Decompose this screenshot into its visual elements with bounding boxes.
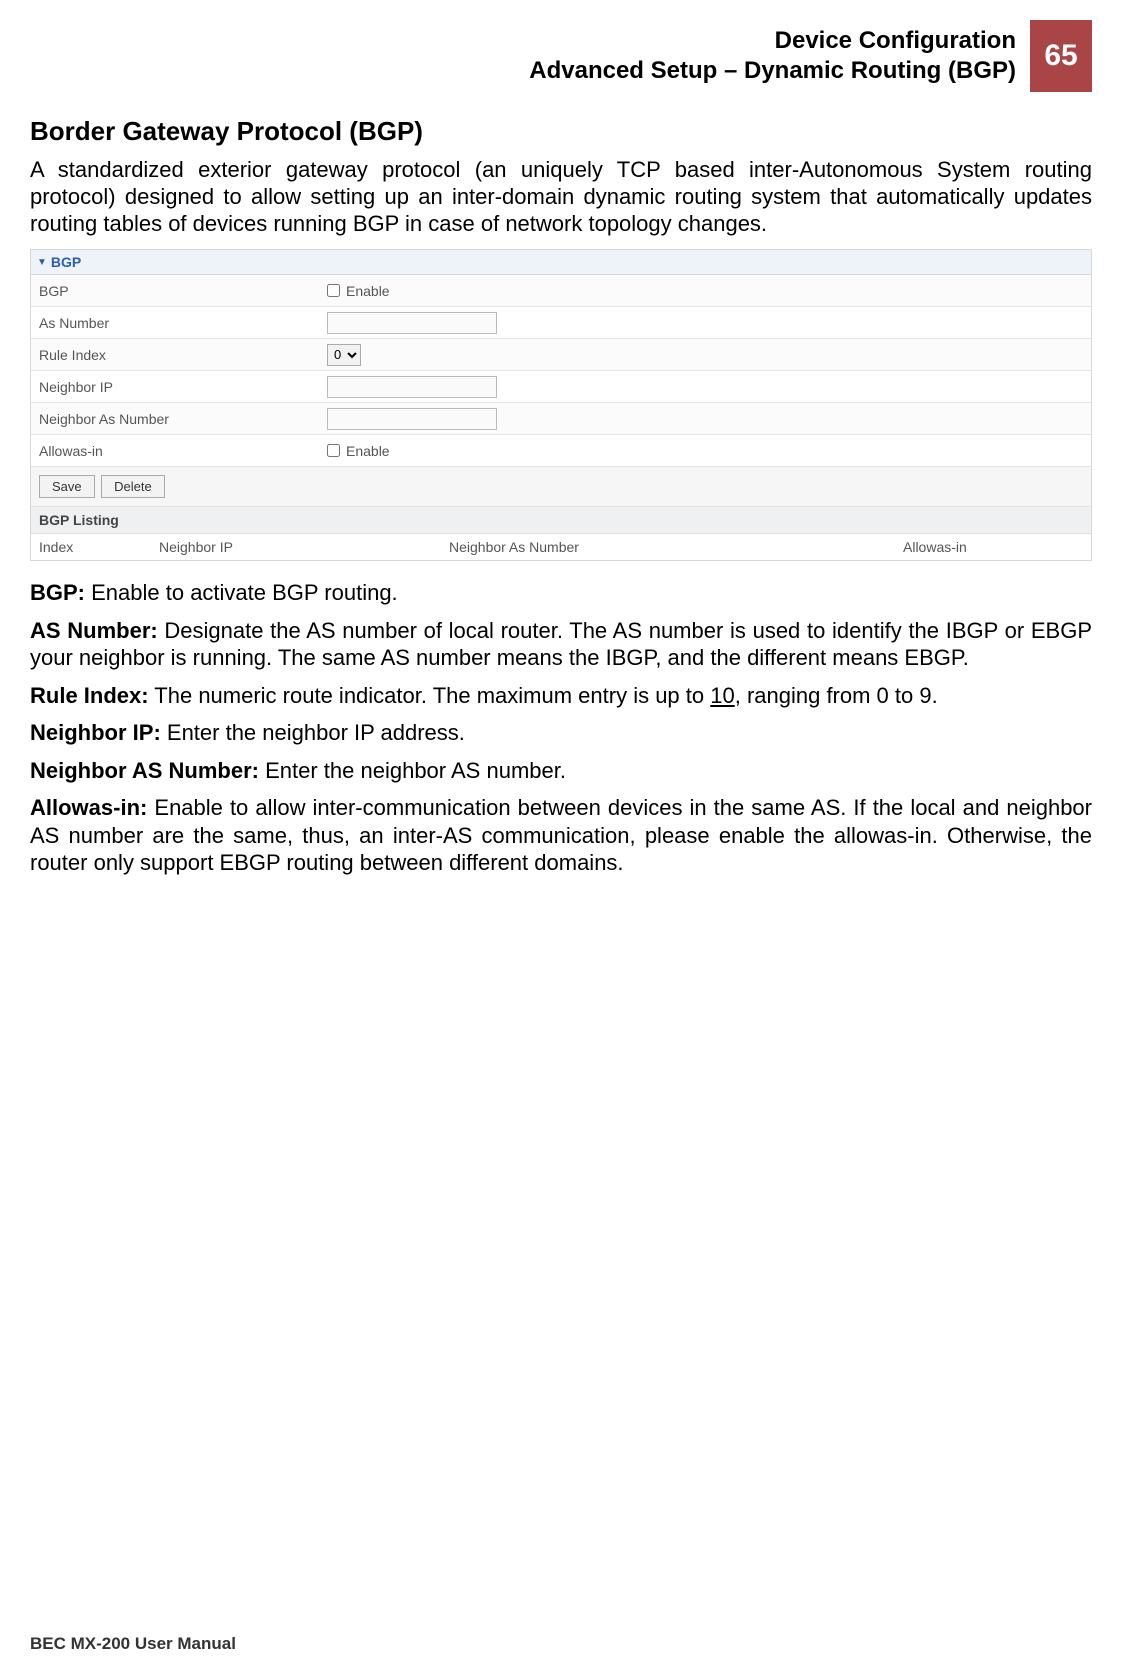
row-bgp: BGP Enable	[31, 275, 1091, 307]
label-bgp: BGP	[31, 277, 321, 305]
desc-neighas: Neighbor AS Number: Enter the neighbor A…	[30, 757, 1092, 785]
input-neighbor-as[interactable]	[327, 408, 497, 430]
section-intro: A standardized exterior gateway protocol…	[30, 157, 1092, 237]
desc-neighas-text: Enter the neighbor AS number.	[259, 758, 566, 783]
desc-allowas: Allowas-in: Enable to allow inter-commun…	[30, 794, 1092, 877]
desc-bgp-text: Enable to activate BGP routing.	[85, 580, 398, 605]
col-allowas: Allowas-in	[903, 539, 1083, 555]
checkbox-allowas-enable[interactable]	[327, 444, 340, 457]
desc-ruleidx-underlined: 10	[710, 683, 734, 708]
header-titles: Device Configuration Advanced Setup – Dy…	[529, 20, 1030, 92]
desc-asnum-label: AS Number:	[30, 618, 158, 643]
panel-header[interactable]: ▼ BGP	[31, 250, 1091, 275]
button-row: Save Delete	[31, 467, 1091, 507]
header-line2: Advanced Setup – Dynamic Routing (BGP)	[529, 56, 1016, 86]
desc-ruleidx-label: Rule Index:	[30, 683, 149, 708]
desc-asnum-text: Designate the AS number of local router.…	[30, 618, 1092, 671]
desc-allowas-text: Enable to allow inter-communication betw…	[30, 795, 1092, 875]
desc-asnum: AS Number: Designate the AS number of lo…	[30, 617, 1092, 672]
desc-bgp: BGP: Enable to activate BGP routing.	[30, 579, 1092, 607]
header-line1: Device Configuration	[529, 26, 1016, 56]
input-as-number[interactable]	[327, 312, 497, 334]
desc-neighip-label: Neighbor IP:	[30, 720, 161, 745]
row-neighbor-as: Neighbor As Number	[31, 403, 1091, 435]
desc-ruleidx: Rule Index: The numeric route indicator.…	[30, 682, 1092, 710]
desc-allowas-label: Allowas-in:	[30, 795, 147, 820]
row-as-number: As Number	[31, 307, 1091, 339]
label-as-number: As Number	[31, 309, 321, 337]
page-header: Device Configuration Advanced Setup – Dy…	[30, 20, 1092, 92]
panel-title: BGP	[51, 254, 81, 270]
label-neighbor-ip: Neighbor IP	[31, 373, 321, 401]
delete-button[interactable]: Delete	[101, 475, 165, 498]
footer-text: BEC MX-200 User Manual	[30, 1634, 236, 1654]
page-number-badge: 65	[1030, 20, 1092, 92]
col-neighbor-as: Neighbor As Number	[449, 539, 903, 555]
desc-neighip-text: Enter the neighbor IP address.	[161, 720, 465, 745]
desc-neighas-label: Neighbor AS Number:	[30, 758, 259, 783]
label-rule-index: Rule Index	[31, 341, 321, 369]
desc-ruleidx-pre: The numeric route indicator. The maximum…	[149, 683, 711, 708]
listing-header: BGP Listing	[31, 507, 1091, 534]
collapse-icon: ▼	[37, 257, 47, 268]
bgp-config-panel: ▼ BGP BGP Enable As Number Rule Index 0 …	[30, 249, 1092, 561]
desc-neighip: Neighbor IP: Enter the neighbor IP addre…	[30, 719, 1092, 747]
desc-bgp-label: BGP:	[30, 580, 85, 605]
col-index: Index	[39, 539, 159, 555]
select-rule-index[interactable]: 0	[327, 344, 361, 366]
listing-columns: Index Neighbor IP Neighbor As Number All…	[31, 534, 1091, 560]
row-rule-index: Rule Index 0	[31, 339, 1091, 371]
label-neighbor-as: Neighbor As Number	[31, 405, 321, 433]
save-button[interactable]: Save	[39, 475, 95, 498]
text-bgp-enable: Enable	[346, 283, 390, 299]
input-neighbor-ip[interactable]	[327, 376, 497, 398]
desc-ruleidx-post: , ranging from 0 to 9.	[735, 683, 938, 708]
row-allowas: Allowas-in Enable	[31, 435, 1091, 467]
checkbox-bgp-enable[interactable]	[327, 284, 340, 297]
section-title: Border Gateway Protocol (BGP)	[30, 116, 1092, 147]
col-neighbor-ip: Neighbor IP	[159, 539, 449, 555]
row-neighbor-ip: Neighbor IP	[31, 371, 1091, 403]
text-allowas-enable: Enable	[346, 443, 390, 459]
label-allowas: Allowas-in	[31, 437, 321, 465]
